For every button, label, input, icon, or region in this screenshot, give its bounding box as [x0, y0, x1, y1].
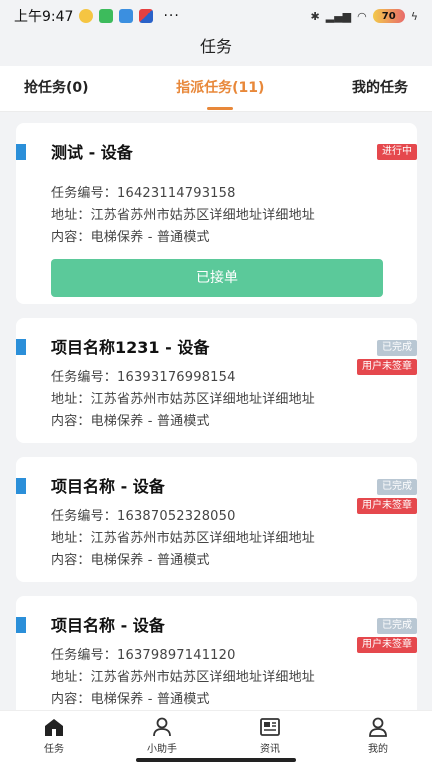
- task-number: 任务编号：16387052328050: [51, 509, 236, 524]
- task-title: 测试 - 设备: [51, 143, 133, 162]
- home-icon: [45, 719, 63, 736]
- status-time: 上午9:47: [14, 9, 74, 25]
- task-title: 项目名称 - 设备: [51, 616, 165, 635]
- task-number: 任务编号：16423114793158: [51, 186, 236, 201]
- app-logo-icon: [139, 9, 154, 23]
- accepted-button[interactable]: 已接单: [51, 259, 383, 297]
- task-card[interactable]: 项目名称 - 设备 已完成 用户未签章 任务编号：16387052328050 …: [16, 457, 417, 582]
- card-marker: [16, 144, 26, 160]
- task-address: 地址：江苏省苏州市姑苏区详细地址详细地址: [51, 670, 316, 685]
- task-address: 地址：江苏省苏州市姑苏区详细地址详细地址: [51, 392, 316, 407]
- status-badge: 已完成: [377, 618, 417, 634]
- tabbar-item-profile[interactable]: 我的: [324, 711, 432, 769]
- tabbar-label: 任务: [44, 744, 64, 755]
- task-number: 任务编号：16379897141120: [51, 648, 236, 663]
- tabbar-label: 资讯: [260, 744, 280, 755]
- page-title: 任务: [199, 37, 232, 56]
- wifi-icon: ◠: [357, 9, 367, 23]
- card-marker: [16, 478, 26, 494]
- status-badge: 已完成: [377, 340, 417, 356]
- task-card[interactable]: 项目名称 - 设备 已完成 用户未签章 任务编号：16379897141120 …: [16, 596, 417, 710]
- charging-icon: ϟ: [410, 9, 418, 23]
- signal-icon: ▂▄▆: [325, 9, 352, 23]
- status-right: ✱ ▂▄▆ ◠ 70 ϟ: [311, 9, 418, 23]
- task-address: 地址：江苏省苏州市姑苏区详细地址详细地址: [51, 208, 316, 223]
- home-indicator: [136, 758, 296, 762]
- signature-badge: 用户未签章: [357, 498, 417, 514]
- task-tabs: 抢任务(0) 指派任务(11) 我的任务: [0, 66, 432, 112]
- status-bar: 上午9:47 ··· ✱ ▂▄▆ ◠ 70 ϟ: [0, 0, 432, 32]
- notification-app-icon: [79, 9, 94, 23]
- tabbar-label: 小助手: [147, 744, 177, 755]
- tab-grab-tasks[interactable]: 抢任务(0): [24, 66, 89, 112]
- task-content: 内容：电梯保养 - 普通模式: [51, 692, 210, 707]
- task-card[interactable]: 测试 - 设备 进行中 任务编号：16423114793158 地址：江苏省苏州…: [16, 123, 417, 304]
- tab-assigned-tasks[interactable]: 指派任务(11): [176, 66, 264, 112]
- task-number: 任务编号：16393176998154: [51, 370, 236, 385]
- sync-app-icon: [119, 9, 134, 23]
- card-marker: [16, 339, 26, 355]
- task-content: 内容：电梯保养 - 普通模式: [51, 553, 210, 568]
- task-address: 地址：江苏省苏州市姑苏区详细地址详细地址: [51, 531, 316, 546]
- profile-icon: [369, 717, 387, 737]
- tabbar-label: 我的: [368, 744, 388, 755]
- more-dots-icon: ···: [163, 8, 180, 24]
- task-title: 项目名称 - 设备: [51, 477, 165, 496]
- task-content: 内容：电梯保养 - 普通模式: [51, 414, 210, 429]
- person-icon: [153, 717, 171, 737]
- task-content: 内容：电梯保养 - 普通模式: [51, 230, 210, 245]
- tabbar-item-tasks[interactable]: 任务: [0, 711, 108, 769]
- status-left: 上午9:47 ···: [14, 6, 180, 26]
- task-list[interactable]: 测试 - 设备 进行中 任务编号：16423114793158 地址：江苏省苏州…: [0, 112, 432, 710]
- bluetooth-icon: ✱: [310, 9, 320, 23]
- status-badge: 已完成: [377, 479, 417, 495]
- task-card[interactable]: 项目名称1231 - 设备 已完成 用户未签章 任务编号：16393176998…: [16, 318, 417, 443]
- battery-indicator: 70: [372, 9, 405, 23]
- card-marker: [16, 617, 26, 633]
- signature-badge: 用户未签章: [357, 359, 417, 375]
- signature-badge: 用户未签章: [357, 637, 417, 653]
- status-badge: 进行中: [377, 144, 417, 160]
- task-title: 项目名称1231 - 设备: [51, 338, 210, 357]
- tab-my-tasks[interactable]: 我的任务: [352, 66, 408, 112]
- news-icon: [260, 718, 280, 736]
- wechat-icon: [99, 9, 114, 23]
